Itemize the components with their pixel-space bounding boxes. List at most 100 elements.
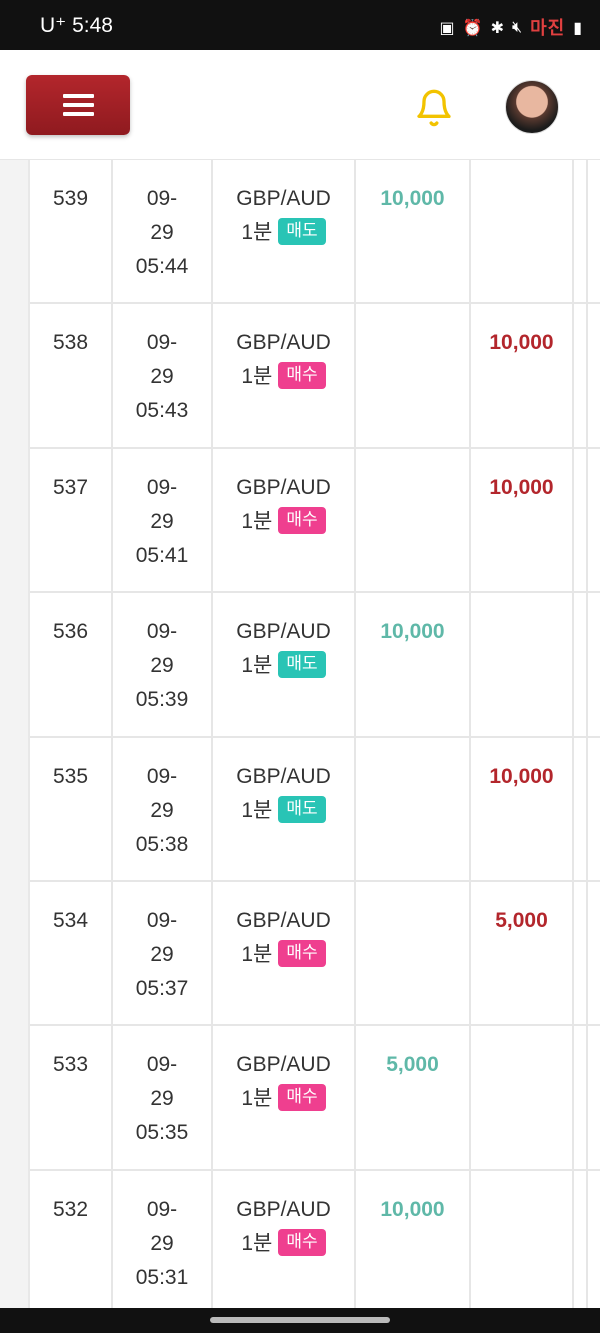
- hamburger-icon-bar: [63, 112, 94, 116]
- row-date: 09- 29 05:31: [113, 1170, 213, 1308]
- extra-column: [574, 1170, 588, 1308]
- home-handle[interactable]: [210, 1317, 390, 1323]
- table-row[interactable]: 533 09- 29 05:35 GBP/AUD 1분 매수 5,000: [30, 1026, 600, 1171]
- mute-icon: 🔇︎: [511, 17, 523, 36]
- date-time: 05:41: [135, 543, 189, 567]
- lose-amount: [471, 160, 574, 303]
- buy-badge: 매수: [278, 1228, 326, 1256]
- date-day: 29: [150, 221, 174, 244]
- win-amount: [356, 304, 471, 447]
- row-date: 09- 29 05:44: [113, 160, 213, 303]
- date-day: 29: [150, 942, 174, 966]
- pair-interval: 1분: [241, 654, 273, 678]
- win-amount: [356, 448, 471, 592]
- row-pair: GBP/AUD 1분 매수: [213, 881, 356, 1025]
- sell-badge: 매도: [278, 795, 326, 823]
- date-time: 05:31: [135, 1265, 189, 1289]
- table-row[interactable]: 532 09- 29 05:31 GBP/AUD 1분 매수 10,000: [30, 1170, 600, 1308]
- battery-icon: ▮: [573, 17, 582, 37]
- date-day: 29: [150, 365, 174, 389]
- date-day: 29: [150, 798, 174, 822]
- row-pair: GBP/AUD 1분 매도: [213, 160, 356, 303]
- pair-interval-line: 1분 매수: [213, 1082, 354, 1116]
- date-month: 09-: [146, 764, 178, 788]
- pair-symbol: GBP/AUD: [236, 908, 331, 932]
- row-id: 536: [30, 593, 113, 736]
- extra-column: [588, 882, 600, 1024]
- pair-interval-line: 1분 매도: [213, 794, 354, 828]
- extra-column: [574, 737, 588, 880]
- date-day: 29: [150, 509, 174, 533]
- row-id: 532: [30, 1170, 113, 1308]
- lose-amount: 10,000: [471, 737, 574, 880]
- date-time: 05:37: [135, 976, 189, 1000]
- pair-interval: 1분: [241, 221, 273, 244]
- row-id: 538: [30, 304, 113, 447]
- buy-badge: 매수: [278, 506, 326, 534]
- table-row[interactable]: 538 09- 29 05:43 GBP/AUD 1분 매수 10,000: [30, 304, 600, 449]
- bell-icon[interactable]: [414, 88, 454, 128]
- sell-badge: 매도: [278, 651, 326, 679]
- pair-interval-line: 1분 매수: [213, 505, 354, 539]
- win-amount: [356, 737, 471, 880]
- date-month: 09-: [146, 187, 178, 210]
- row-pair: GBP/AUD 1분 매수: [213, 1170, 356, 1308]
- date-month: 09-: [146, 908, 178, 932]
- row-pair: GBP/AUD 1분 매도: [213, 593, 356, 736]
- win-amount: 10,000: [356, 160, 471, 303]
- row-id: 533: [30, 1026, 113, 1169]
- table-row[interactable]: 534 09- 29 05:37 GBP/AUD 1분 매수 5,000: [30, 881, 600, 1027]
- alarm-icon: ⏰: [462, 17, 483, 37]
- date-month: 09-: [146, 331, 178, 355]
- row-pair: GBP/AUD 1분 매수: [213, 448, 356, 592]
- table-row[interactable]: 536 09- 29 05:39 GBP/AUD 1분 매도 10,000: [30, 593, 600, 738]
- pair-interval: 1분: [241, 365, 273, 389]
- date-month: 09-: [146, 475, 178, 499]
- avatar[interactable]: [505, 80, 559, 134]
- row-pair: GBP/AUD 1분 매도: [213, 737, 356, 880]
- pair-symbol: GBP/AUD: [236, 1197, 331, 1221]
- pair-symbol: GBP/AUD: [236, 1053, 331, 1077]
- pair-symbol: GBP/AUD: [236, 620, 331, 644]
- table-row[interactable]: 539 09- 29 05:44 GBP/AUD 1분 매도 10,000: [30, 160, 600, 305]
- date-time: 05:43: [135, 399, 189, 423]
- lose-amount: [471, 593, 574, 736]
- buy-badge: 매수: [278, 1084, 326, 1112]
- buy-badge: 매수: [278, 362, 326, 390]
- pair-interval-line: 1분 매수: [213, 938, 354, 972]
- row-pair: GBP/AUD 1분 매수: [213, 304, 356, 447]
- date-month: 09-: [146, 620, 178, 644]
- win-amount: 5,000: [356, 1026, 471, 1169]
- extra-column: [588, 449, 600, 591]
- lose-amount: [471, 1170, 574, 1308]
- hamburger-icon: [63, 94, 94, 98]
- date-time: 05:39: [135, 688, 189, 712]
- row-date: 09- 29 05:39: [113, 593, 213, 736]
- status-bar: U⁺ 5:48 ▣ ⏰ ✱ 🔇︎ 마진 ▮: [0, 0, 600, 50]
- pair-interval: 1분: [241, 798, 273, 822]
- win-amount: 10,000: [356, 1170, 471, 1308]
- date-time: 05:44: [135, 255, 189, 278]
- pair-interval-line: 1분 매수: [213, 360, 354, 394]
- menu-button[interactable]: [26, 75, 130, 135]
- status-icons: ▣ ⏰ ✱ 🔇︎ 마진 ▮: [440, 14, 582, 40]
- hamburger-icon-bar: [63, 103, 94, 107]
- row-id: 539: [30, 160, 113, 303]
- pair-symbol: GBP/AUD: [236, 331, 331, 355]
- extra-column: [588, 304, 600, 446]
- row-id: 534: [30, 881, 113, 1025]
- table-row[interactable]: 535 09- 29 05:38 GBP/AUD 1분 매도 10,000: [30, 737, 600, 882]
- app-header: [0, 50, 600, 160]
- row-date: 09- 29 05:43: [113, 304, 213, 447]
- notification-icon: ▣: [439, 17, 455, 37]
- extra-column: [588, 1026, 600, 1168]
- date-day: 29: [150, 1087, 174, 1111]
- pair-interval-line: 1분 매수: [213, 1227, 354, 1261]
- row-date: 09- 29 05:41: [113, 448, 213, 592]
- lose-amount: 5,000: [471, 881, 574, 1025]
- pair-interval: 1분: [241, 1087, 273, 1111]
- row-date: 09- 29 05:35: [113, 1026, 213, 1169]
- extra-column: [574, 304, 588, 447]
- table-row[interactable]: 537 09- 29 05:41 GBP/AUD 1분 매수 10,000: [30, 448, 600, 594]
- history-table: 539 09- 29 05:44 GBP/AUD 1분 매도 10,000 538 09- 29 05…: [28, 160, 600, 1308]
